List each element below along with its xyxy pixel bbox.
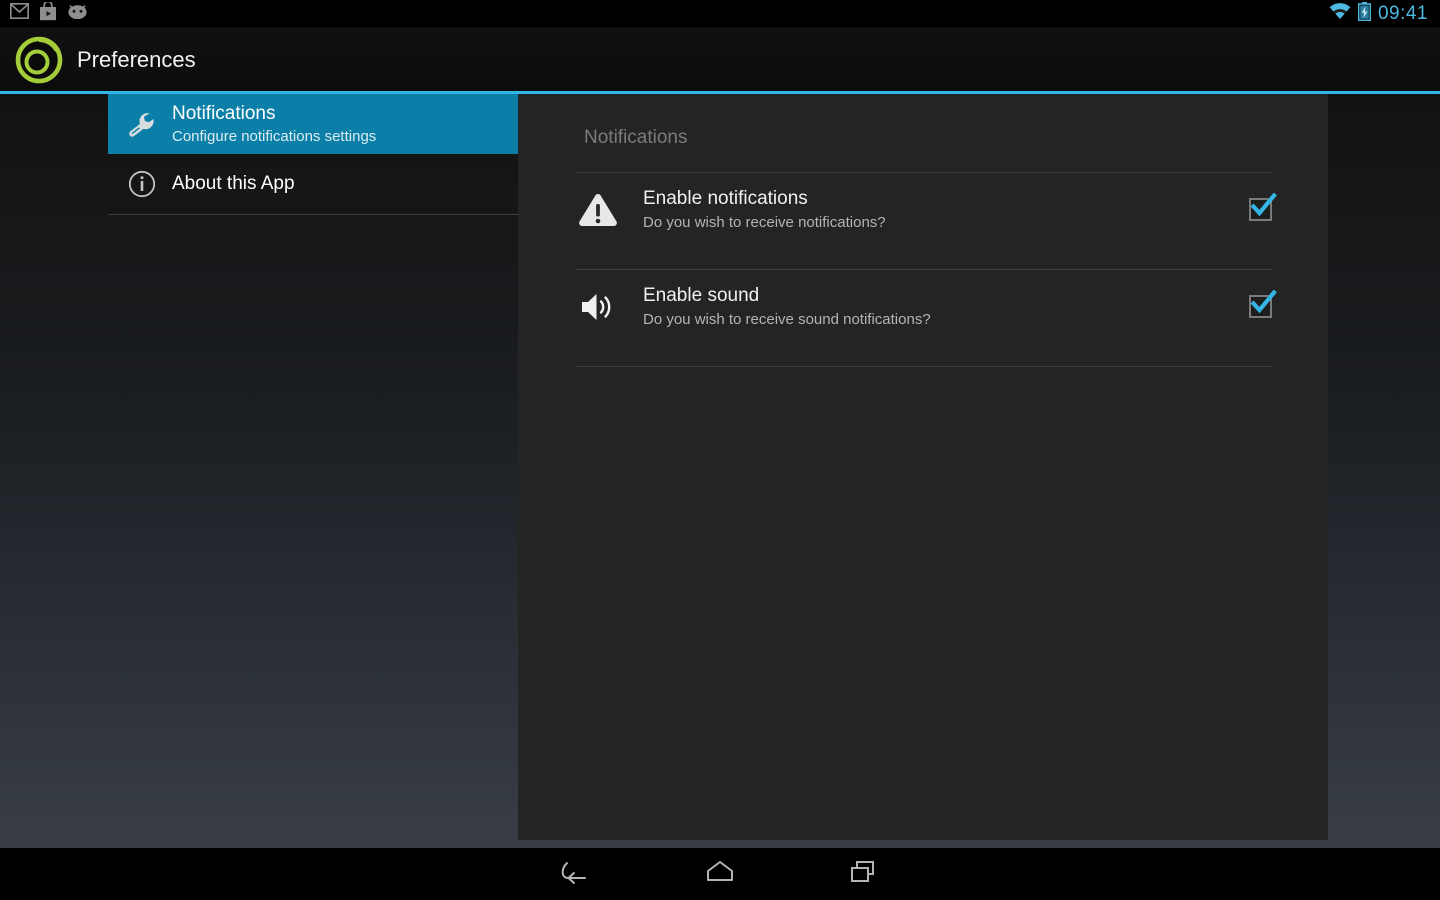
sidebar-item-title: Notifications xyxy=(172,102,276,124)
status-bar: 09:41 xyxy=(0,0,1440,28)
speaker-volume-icon xyxy=(575,290,621,324)
play-store-icon xyxy=(39,0,57,26)
checkbox-enable-notifications[interactable] xyxy=(1249,193,1277,221)
checkbox-enable-sound[interactable] xyxy=(1249,290,1277,318)
clock-time: 09:41 xyxy=(1377,2,1428,24)
content-area: Notifications Configure notifications se… xyxy=(0,94,1440,848)
action-bar: Preferences xyxy=(0,28,1440,91)
back-button[interactable] xyxy=(528,848,624,900)
preference-texts: Enable notifications Do you wish to rece… xyxy=(643,187,1249,233)
preferences-pane: Notifications Enable notifications Do yo… xyxy=(518,94,1328,840)
preference-title: Enable notifications xyxy=(643,187,808,209)
navigation-bar xyxy=(0,848,1440,900)
preference-texts: Enable sound Do you wish to receive soun… xyxy=(643,284,1249,330)
preference-summary: Do you wish to receive sound notificatio… xyxy=(643,310,931,328)
gmail-icon xyxy=(10,3,29,24)
sidebar-item-notifications[interactable]: Notifications Configure notifications se… xyxy=(108,94,518,154)
sidebar-item-title: About this App xyxy=(172,173,295,194)
sidebar-divider xyxy=(108,214,518,215)
back-arrow-icon xyxy=(559,859,593,890)
preference-row-enable-notifications[interactable]: Enable notifications Do you wish to rece… xyxy=(518,173,1328,246)
status-notification-icons[interactable] xyxy=(0,0,88,26)
page-title: Preferences xyxy=(77,46,196,72)
recent-apps-icon xyxy=(848,859,880,890)
sidebar-item-summary: Configure notifications settings xyxy=(172,127,377,145)
wifi-icon xyxy=(1329,2,1351,25)
app-logo-icon[interactable] xyxy=(14,35,64,85)
android-tablet-screen: 09:41 Preferences Notifications Configur… xyxy=(0,0,1440,900)
warning-triangle-icon xyxy=(575,192,621,228)
sidebar-item-texts: Notifications Configure notifications se… xyxy=(172,102,376,147)
android-icon xyxy=(67,3,88,24)
preference-summary: Do you wish to receive notifications? xyxy=(643,213,886,231)
status-system-icons[interactable]: 09:41 xyxy=(1329,1,1440,26)
preference-divider xyxy=(575,366,1272,367)
sidebar-item-texts: About this App xyxy=(172,172,295,196)
navigation-buttons xyxy=(528,848,912,900)
info-icon xyxy=(120,162,164,206)
battery-charging-icon xyxy=(1357,1,1372,26)
home-button[interactable] xyxy=(672,848,768,900)
sidebar-item-about[interactable]: About this App xyxy=(108,154,518,214)
preference-category-title: Notifications xyxy=(584,127,688,148)
recents-button[interactable] xyxy=(816,848,912,900)
preference-headers-pane: Notifications Configure notifications se… xyxy=(108,94,518,848)
home-icon xyxy=(703,859,737,890)
preference-row-enable-sound[interactable]: Enable sound Do you wish to receive soun… xyxy=(518,270,1328,343)
preference-title: Enable sound xyxy=(643,284,760,306)
wrench-icon xyxy=(120,102,164,146)
